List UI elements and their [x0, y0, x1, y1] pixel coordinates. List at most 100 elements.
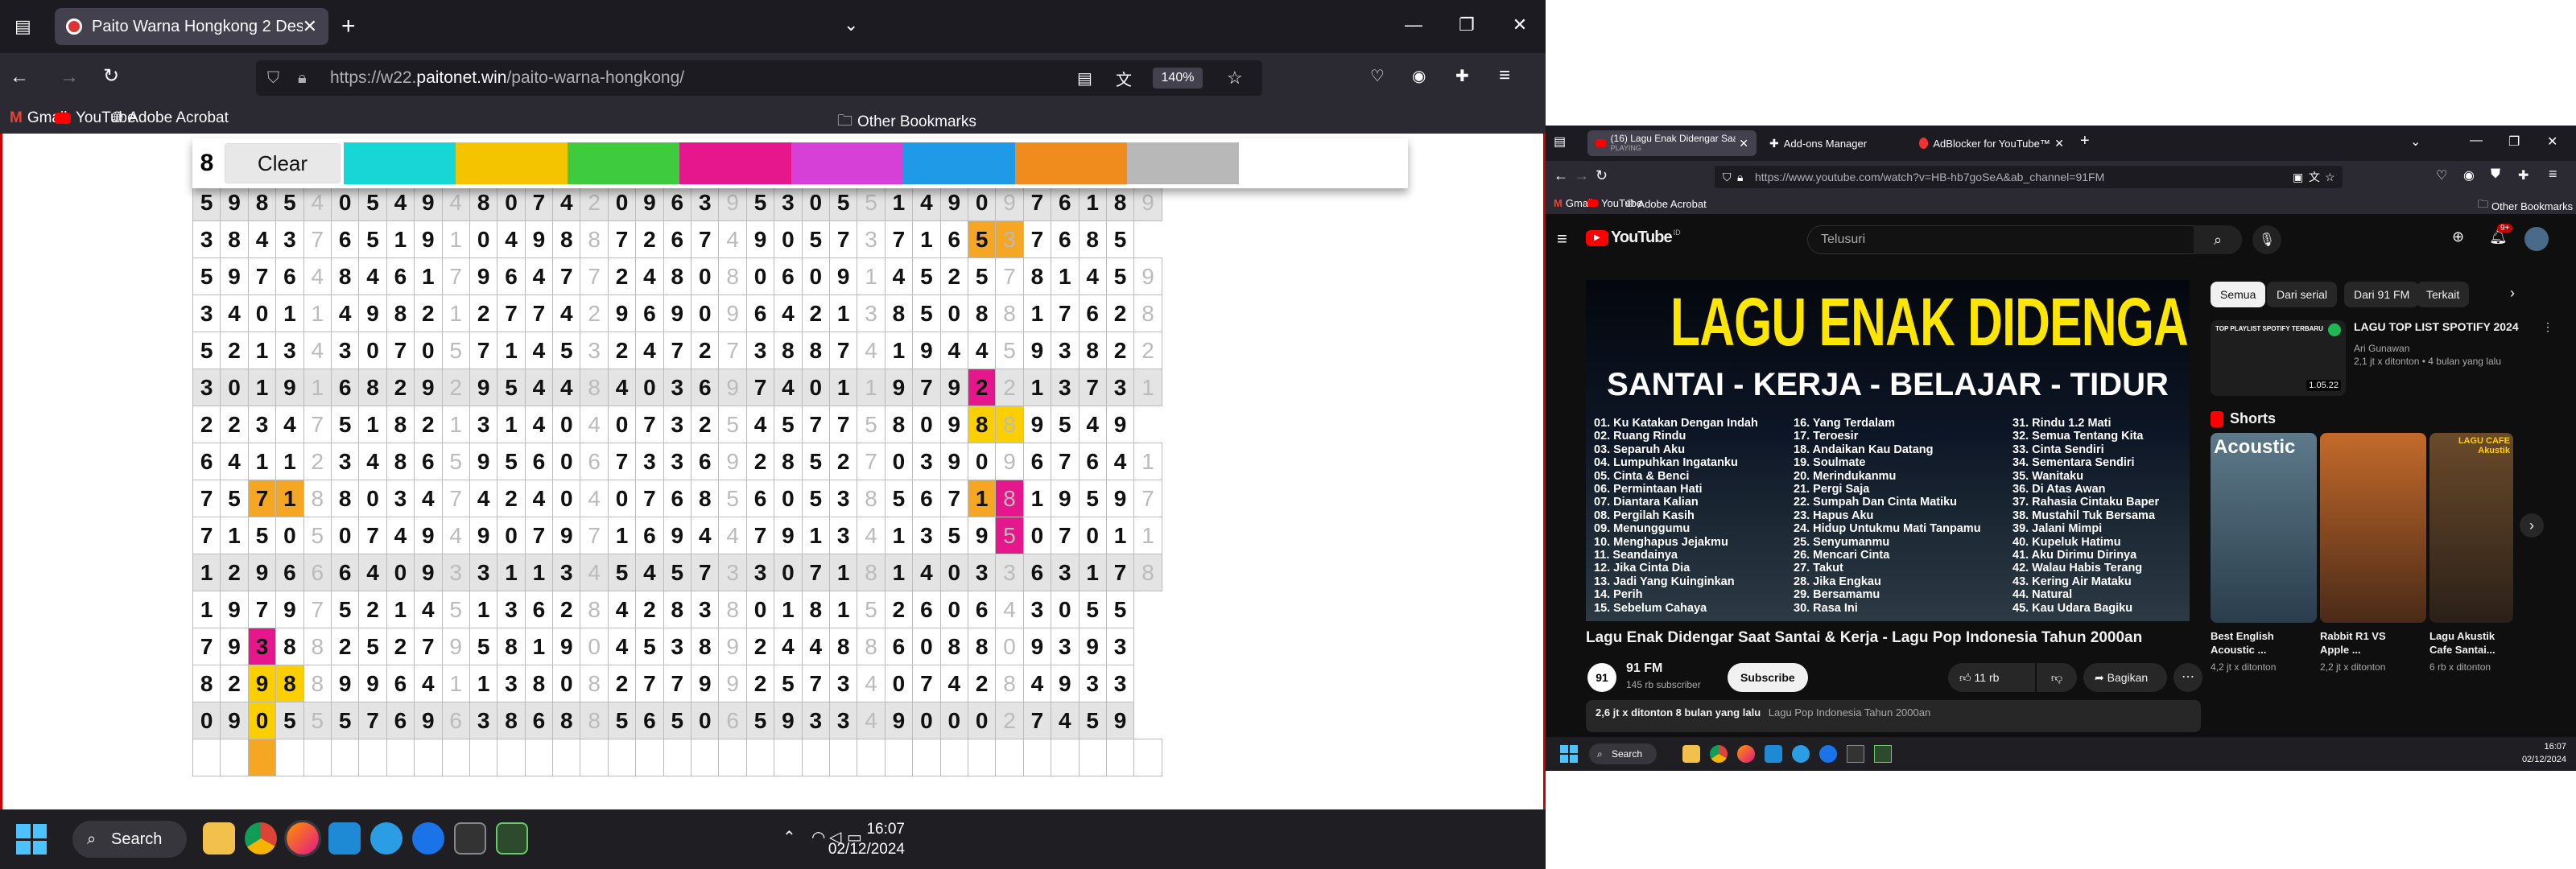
paito-cell[interactable]: 2	[220, 665, 249, 702]
paito-cell[interactable]: 4	[386, 517, 415, 554]
paito-cell[interactable]: 7	[469, 332, 498, 369]
paito-cell[interactable]: 6	[663, 220, 692, 258]
paito-cell[interactable]: 6	[192, 443, 221, 480]
paito-cell[interactable]: 6	[330, 369, 360, 406]
user-avatar[interactable]	[2524, 227, 2549, 251]
paito-cell[interactable]: 4	[552, 183, 581, 221]
paito-cell[interactable]: 5	[1078, 702, 1107, 739]
paito-cell[interactable]: 5	[303, 517, 332, 554]
paito-cell[interactable]: 4	[774, 369, 803, 406]
paito-cell[interactable]: 0	[552, 406, 581, 443]
paito-cell[interactable]	[1105, 739, 1135, 776]
paito-cell[interactable]: 0	[247, 294, 277, 332]
paito-cell[interactable]: 3	[469, 702, 498, 739]
paito-cell[interactable]: 7	[1022, 220, 1052, 258]
paito-cell[interactable]: 7	[745, 517, 775, 554]
paito-cell[interactable]: 8	[358, 369, 387, 406]
translate-icon[interactable]: 文	[1116, 67, 1132, 90]
paito-cell[interactable]: 7	[303, 591, 332, 628]
paito-cell[interactable]: 5	[1078, 591, 1107, 628]
right-tab-addons[interactable]: ✚ Add-ons Manager	[1761, 130, 1906, 156]
paito-cell[interactable]: 0	[912, 406, 941, 443]
paito-cell[interactable]: 7	[497, 294, 526, 332]
paito-cell[interactable]: 2	[828, 443, 858, 480]
dislike-button[interactable]: 👎︎	[2037, 663, 2077, 692]
paito-cell[interactable]: 6	[441, 702, 470, 739]
paito-cell[interactable]: 1	[441, 665, 470, 702]
firefox-icon[interactable]	[1737, 745, 1755, 763]
paito-cell[interactable]: 1	[386, 591, 415, 628]
paito-cell[interactable]: 1	[884, 517, 914, 554]
paito-cell[interactable]: 7	[939, 480, 968, 517]
paito-cell[interactable]: 6	[718, 702, 747, 739]
paito-cell[interactable]: 3	[1051, 332, 1080, 369]
paito-cell[interactable]: 7	[580, 517, 609, 554]
terminal-icon[interactable]	[454, 822, 486, 855]
paito-cell[interactable]: 3	[663, 369, 692, 406]
paito-cell[interactable]: 6	[386, 665, 415, 702]
paito-cell[interactable]: 6	[912, 480, 941, 517]
paito-cell[interactable]: 9	[967, 517, 997, 554]
chip-channel[interactable]: Dari 91 FM	[2344, 282, 2420, 307]
paito-cell[interactable]: 2	[995, 702, 1024, 739]
paito-cell[interactable]: 1	[275, 294, 304, 332]
paito-cell[interactable]	[828, 739, 858, 776]
paito-cell[interactable]: 1	[441, 406, 470, 443]
paito-cell[interactable]	[469, 739, 498, 776]
paito-cell[interactable]	[275, 739, 304, 776]
extensions-icon[interactable]: ✚	[2518, 167, 2529, 183]
left-url-bar[interactable]: ⛉ 🔒︎ https://w22. paitonet.win/paito-warn…	[256, 60, 1262, 96]
paito-cell[interactable]: 7	[247, 257, 277, 295]
list-all-tabs-icon[interactable]: ⌄	[844, 14, 858, 35]
paito-cell[interactable]: 2	[607, 665, 637, 702]
paito-cell[interactable]: 4	[469, 480, 498, 517]
paito-cell[interactable]	[497, 739, 526, 776]
paito-cell[interactable]	[691, 739, 720, 776]
chip-related[interactable]: Terkait	[2417, 282, 2470, 307]
paito-cell[interactable]: 7	[386, 332, 415, 369]
picture-in-picture-icon[interactable]: ▣	[2293, 166, 2303, 188]
paito-cell[interactable]: 3	[635, 443, 664, 480]
paito-cell[interactable]	[774, 739, 803, 776]
paito-cell[interactable]: 0	[1051, 591, 1080, 628]
paito-cell[interactable]: 5	[358, 220, 387, 258]
paito-cell[interactable]: 2	[745, 628, 775, 665]
paito-cell[interactable]: 1	[247, 369, 277, 406]
paito-cell[interactable]: 7	[358, 702, 387, 739]
paito-cell[interactable]: 7	[828, 332, 858, 369]
paito-cell[interactable]: 5	[303, 702, 332, 739]
paito-cell[interactable]: 4	[524, 369, 554, 406]
paito-cell[interactable]	[552, 739, 581, 776]
paito-cell[interactable]: 6	[303, 554, 332, 591]
paito-cell[interactable]: 1	[441, 294, 470, 332]
paito-cell[interactable]: 0	[939, 591, 968, 628]
paito-cell[interactable]	[414, 739, 443, 776]
paito-cell[interactable]: 7	[1022, 702, 1052, 739]
paito-cell[interactable]: 5	[607, 554, 637, 591]
paito-cell[interactable]: 9	[1022, 406, 1052, 443]
paito-cell[interactable]: 8	[580, 665, 609, 702]
paito-cell[interactable]: 6	[1051, 220, 1080, 258]
paito-cell[interactable]: 4	[497, 220, 526, 258]
minimize-icon[interactable]: —	[2470, 134, 2483, 148]
create-video-icon[interactable]: ⊕	[2452, 229, 2464, 245]
more-actions-button[interactable]: ⋯	[2174, 663, 2202, 692]
paito-cell[interactable]: 4	[607, 369, 637, 406]
paito-cell[interactable]: 7	[1051, 443, 1080, 480]
paito-cell[interactable]: 7	[635, 665, 664, 702]
color-swatch-2[interactable]	[568, 142, 679, 184]
more-options-icon[interactable]: ⋮	[2542, 320, 2553, 334]
paito-cell[interactable]: 9	[275, 591, 304, 628]
paito-cell[interactable]: 4	[884, 257, 914, 295]
vscode-icon[interactable]	[1765, 745, 1782, 763]
taskbar-search[interactable]: ⌕ Search	[72, 821, 187, 858]
paito-cell[interactable]: 6	[691, 443, 720, 480]
paito-cell[interactable]: 6	[386, 257, 415, 295]
paito-cell[interactable]: 9	[691, 665, 720, 702]
paito-cell[interactable]: 4	[635, 257, 664, 295]
paito-cell[interactable]: 8	[967, 628, 997, 665]
extensions-icon[interactable]: ✚	[1455, 66, 1469, 86]
paito-cell[interactable]: 9	[1078, 628, 1107, 665]
paito-cell[interactable]: 5	[663, 702, 692, 739]
paito-cell[interactable]: 8	[330, 257, 360, 295]
